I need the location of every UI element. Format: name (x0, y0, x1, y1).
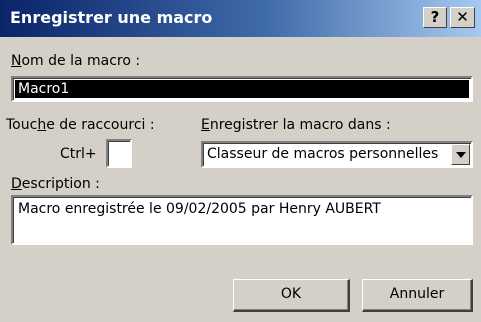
macro-name-label: Nom de la macro : (11, 53, 141, 69)
chevron-down-icon (456, 152, 466, 158)
help-button[interactable]: ? (423, 7, 447, 28)
macro-name-input[interactable]: Macro1 (11, 76, 473, 102)
record-macro-dialog: Enregistrer une macro ? ✕ Nom de la macr… (0, 0, 481, 322)
dialog-title: Enregistrer une macro (10, 8, 213, 27)
close-icon: ✕ (456, 8, 469, 26)
description-value: Macro enregistrée le 09/02/2005 par Henr… (18, 201, 381, 217)
store-macro-in-value: Classeur de macros personnelles (207, 146, 439, 162)
cancel-button[interactable]: Annuler (362, 279, 473, 312)
shortcut-label: Touche de raccourci : (6, 117, 155, 133)
close-button[interactable]: ✕ (450, 7, 475, 28)
description-label: Description : (11, 176, 100, 192)
dropdown-button[interactable] (451, 144, 470, 165)
store-macro-in-label: Enregistrer la macro dans : (201, 117, 391, 133)
description-textarea[interactable]: Macro enregistrée le 09/02/2005 par Henr… (11, 195, 473, 245)
ctrl-prefix-label: Ctrl+ (60, 146, 97, 162)
store-macro-in-select[interactable]: Classeur de macros personnelles (201, 141, 473, 168)
shortcut-key-input[interactable] (106, 139, 132, 168)
text-selection (15, 80, 469, 98)
help-icon: ? (430, 8, 440, 26)
macro-name-value: Macro1 (18, 81, 70, 97)
ok-button[interactable]: OK (233, 279, 350, 312)
title-bar: Enregistrer une macro ? ✕ (0, 0, 481, 37)
